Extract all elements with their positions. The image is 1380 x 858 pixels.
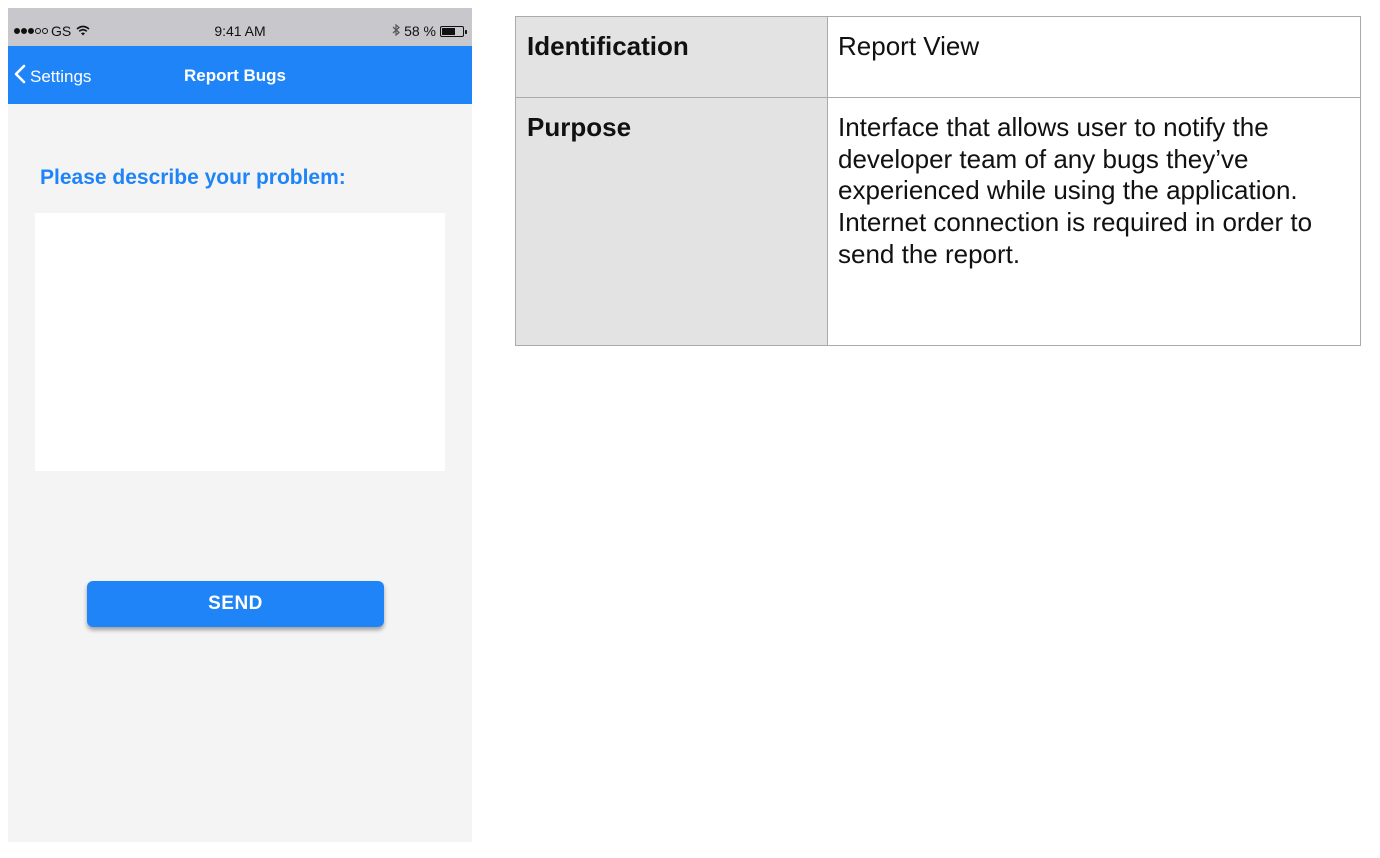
battery-percentage: 58 %	[404, 23, 436, 39]
bluetooth-icon	[392, 23, 400, 39]
problem-prompt-label: Please describe your problem:	[40, 166, 346, 189]
back-button-label: Settings	[30, 66, 92, 86]
problem-description-input[interactable]	[35, 213, 445, 471]
send-button[interactable]: SEND	[87, 581, 384, 627]
table-row: Identification Report View	[515, 16, 1361, 98]
table-row: Purpose Interface that allows user to no…	[515, 97, 1361, 346]
identification-label: Identification	[515, 16, 828, 98]
battery-icon	[440, 25, 467, 37]
purpose-value: Interface that allows user to notify the…	[827, 97, 1361, 346]
status-bar: GS 9:41 AM 58 %	[8, 8, 472, 46]
status-right: 58 %	[392, 23, 467, 39]
phone-screen: GS 9:41 AM 58 % Settings Report Bugs Ple…	[8, 8, 472, 842]
identification-value: Report View	[827, 16, 1361, 98]
back-button[interactable]: Settings	[14, 64, 91, 89]
purpose-label: Purpose	[515, 97, 828, 346]
screen-info-table: Identification Report View Purpose Inter…	[515, 16, 1361, 346]
navigation-bar: Settings Report Bugs	[8, 46, 472, 104]
chevron-left-icon	[14, 64, 26, 89]
page-title: Report Bugs	[184, 66, 286, 85]
